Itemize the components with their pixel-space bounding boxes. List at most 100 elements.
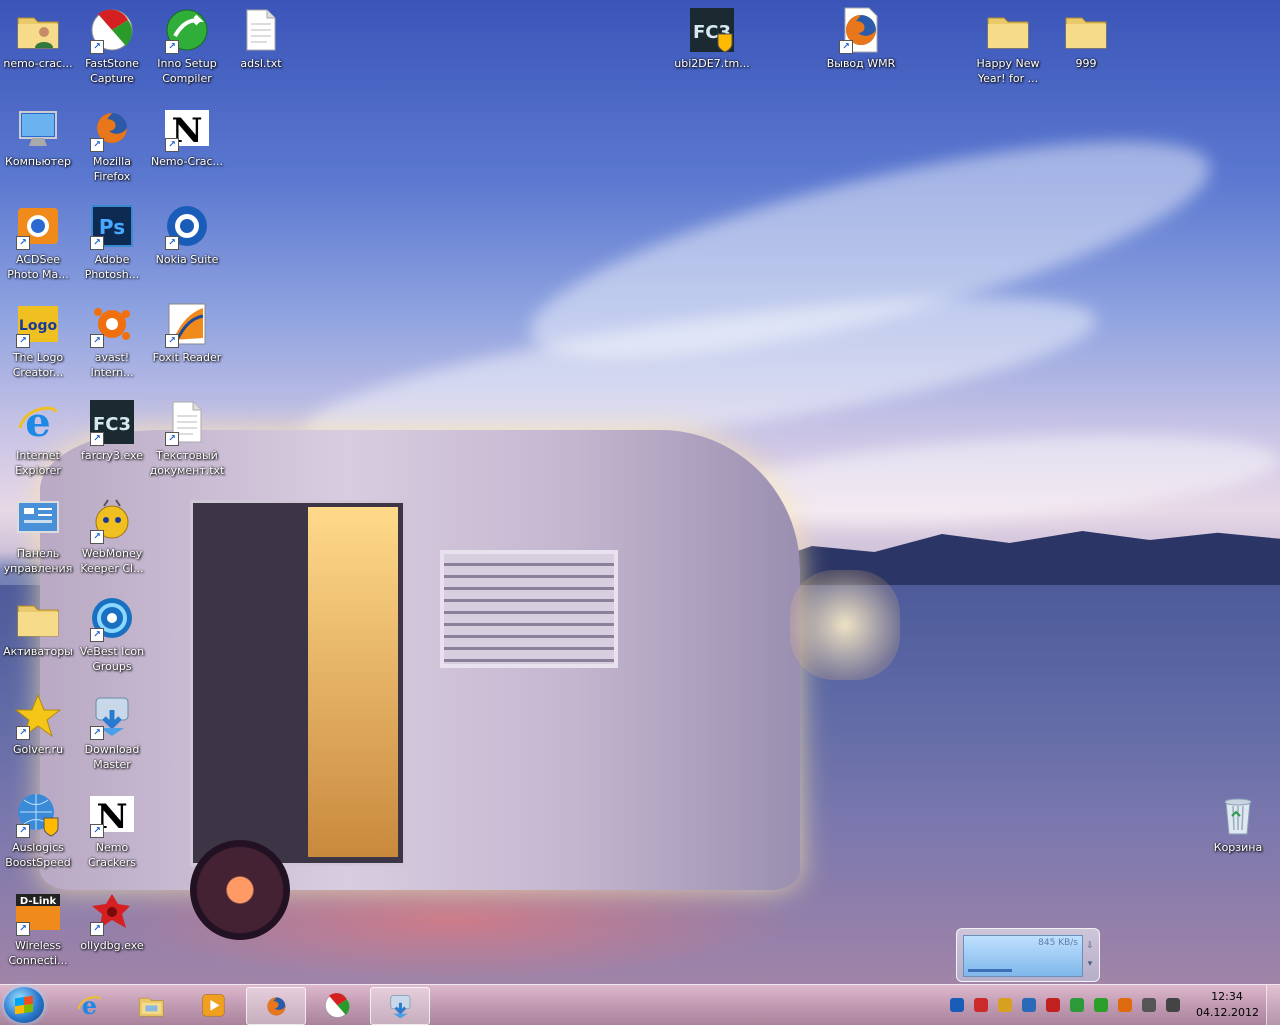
svg-text:Logo: Logo [19,318,58,334]
folder-icon [14,594,62,642]
taskbar-button-faststone[interactable] [308,987,366,1023]
desktop-icon-label: Nemo Crackers [88,841,136,869]
network-meter-gadget[interactable]: 845 KB/s ⇩ ▾ [956,928,1100,982]
desktop-icon-vebest[interactable]: ↗ VeBest Icon Groups [74,592,150,674]
taskbar-button-ie[interactable]: e [60,987,118,1023]
desktop-icon-label: nemo-crac... [3,57,73,70]
desktop-icon-ie[interactable]: e Internet Explorer [0,396,76,478]
desktop-icon-label: Панель управления [3,547,73,575]
network-meter-screen: 845 KB/s [963,935,1083,977]
flag-tray-icon[interactable] [1046,998,1060,1012]
shortcut-arrow-icon: ↗ [90,432,104,446]
desktop-icon-auslogics[interactable]: ↗ Auslogics BoostSpeed [0,788,76,870]
shortcut-arrow-icon: ↗ [165,236,179,250]
folder-icon [984,6,1032,54]
start-button[interactable] [4,987,44,1023]
desktop-icon-ubi[interactable]: FC3 ubi2DE7.tm... [674,4,750,71]
shortcut-arrow-icon: ↗ [16,726,30,740]
ie-icon: e [75,991,102,1020]
desktop-icon-textdoc[interactable]: ↗ Текстовый документ.txt [149,396,225,478]
inno-icon: ↗ [163,6,211,54]
desktop-icon-label: Wireless Connecti... [8,939,68,967]
avast-tray-icon[interactable] [1118,998,1132,1012]
download-master-icon [386,992,411,1019]
folder-icon [1062,6,1110,54]
desktop-icon-nokia[interactable]: ↗ Nokia Suite [149,200,225,267]
recycle-bin-icon [1214,790,1262,838]
desktop-icon-happy[interactable]: Happy New Year! for ... [970,4,1046,86]
desktop-icon-faststone[interactable]: ↗ FastStone Capture [74,4,150,86]
desktop-icon-nemo-crac[interactable]: nemo-crac... [0,4,76,71]
desktop-icon-label: Вывод WMR [826,57,896,70]
desktop-icon-panel[interactable]: Панель управления [0,494,76,576]
desktop-icon-adsl[interactable]: adsl.txt [223,4,299,71]
desktop-icon-n999[interactable]: 999 [1048,4,1124,71]
desktop-icon-dlink[interactable]: D-Link ↗ Wireless Connecti... [0,886,76,968]
taskbar: e 12:34 04.12.2012 [0,984,1280,1025]
desktop-icon-label: avast! Intern... [90,351,134,379]
shortcut-arrow-icon: ↗ [90,236,104,250]
desktop-icon-farcry[interactable]: FC3 ↗ farcry3.exe [74,396,150,463]
chevron-down-icon[interactable]: ⇩ ▾ [1085,937,1095,973]
shortcut-arrow-icon: ↗ [165,432,179,446]
vebest-icon: ↗ [88,594,136,642]
desktop-icon-label: WebMoney Keeper Cl... [80,547,144,575]
media-icon [199,991,225,1017]
desktop-icon-inno[interactable]: ↗ Inno Setup Compiler [149,4,225,86]
faststone-icon: ↗ [88,6,136,54]
desktop-icon-label: Foxit Reader [152,351,222,364]
desktop-icon-label: The Logo Creator... [12,351,64,379]
desktop-icon-photoshop[interactable]: Ps ↗ Adobe Photosh... [74,200,150,282]
taskbar-button-explorer[interactable] [122,987,180,1023]
nokia-tray-icon[interactable] [950,998,964,1012]
desktop-icon-dlmaster[interactable]: ↗ Download Master [74,690,150,772]
shortcut-arrow-icon: ↗ [16,236,30,250]
desktop-icon-golver[interactable]: ↗ Golver.ru [0,690,76,757]
ie-icon: e [14,398,62,446]
desktop-icon-label: ACDSee Photo Ma... [7,253,69,281]
desktop-icon-acdsee[interactable]: ↗ ACDSee Photo Ma... [0,200,76,282]
desktop-icon-label: Internet Explorer [15,449,61,477]
signal-tray-icon[interactable] [1094,998,1108,1012]
wallpaper-lights [790,570,900,680]
taskbar-button-media[interactable] [184,987,242,1023]
fc3-shield-icon: FC3 [688,6,736,54]
network-rate-bar [968,969,1012,972]
shield-tray-icon[interactable] [1070,998,1084,1012]
desktop-icon-webmoney[interactable]: ↗ WebMoney Keeper Cl... [74,494,150,576]
clock-time: 12:34 [1211,990,1243,1003]
clock-date: 04.12.2012 [1196,1006,1259,1019]
volume-tray-icon[interactable] [1166,998,1180,1012]
desktop-icon-nemocrackers[interactable]: N ↗ Nemo Crackers [74,788,150,870]
desktop-icon-recycle[interactable]: Корзина [1200,788,1276,855]
desktop-icon-vyvod[interactable]: ↗ Вывод WMR [823,4,899,71]
wifi-tray-icon[interactable] [1142,998,1156,1012]
desktop-icon-nemo2[interactable]: N ↗ Nemo-Crac... [149,102,225,169]
desktop-icon-firefox[interactable]: ↗ Mozilla Firefox [74,102,150,184]
taskbar-button-firefox[interactable] [246,987,306,1025]
network-tray-icon[interactable] [1022,998,1036,1012]
nemo-n-icon: N ↗ [163,104,211,152]
desktop-icon-label: Компьютер [5,155,71,168]
nokia-icon: ↗ [163,202,211,250]
desktop-icon-computer[interactable]: Компьютер [0,102,76,169]
desktop-icon-logo[interactable]: Logo ↗ The Logo Creator... [0,298,76,380]
network-rate: 845 KB/s [1038,938,1078,948]
desktop-icon-label: Nemo-Crac... [150,155,224,168]
desktop-icon-olly[interactable]: ↗ ollydbg.exe [74,886,150,953]
webmoney-icon: ↗ [88,496,136,544]
desktop-icon-activators[interactable]: Активаторы [0,592,76,659]
foxit-icon: ↗ [163,300,211,348]
desktop: nemo-crac... ↗ FastStone Capture ↗ Inno Setu… [0,0,1280,984]
windows-logo-icon [15,995,33,1015]
show-desktop-button[interactable] [1266,985,1280,1025]
clock[interactable]: 12:34 04.12.2012 [1196,989,1259,1021]
faststone-tray-icon[interactable] [974,998,988,1012]
desktop-icon-label: adsl.txt [240,57,282,70]
taskbar-button-dlmaster[interactable] [370,987,430,1025]
wallpaper-wheel [190,840,290,940]
webmoney-tray-icon[interactable] [998,998,1012,1012]
desktop-icon-avast[interactable]: ↗ avast! Intern... [74,298,150,380]
shortcut-arrow-icon: ↗ [90,40,104,54]
desktop-icon-foxit[interactable]: ↗ Foxit Reader [149,298,225,365]
